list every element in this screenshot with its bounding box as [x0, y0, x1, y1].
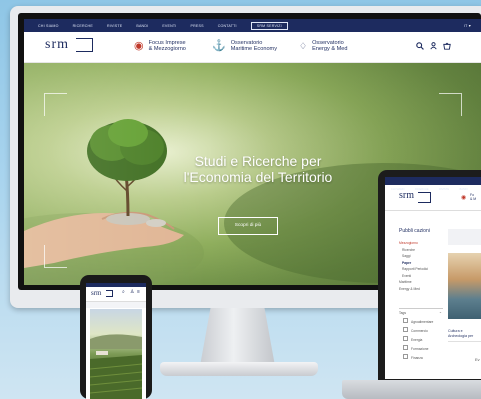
topbar-link-chi-siamo[interactable]: CHI SIAMO — [38, 24, 59, 28]
tag-label: Agroalimentare — [411, 320, 434, 324]
user-icon[interactable] — [430, 42, 437, 52]
anchor-icon: ⚓ — [212, 39, 226, 52]
tag-checkbox-row[interactable]: Finanza — [403, 354, 433, 363]
sidebar-item-energy[interactable]: Energy & Med — [399, 286, 428, 293]
phone-menu-icon[interactable]: ≡ — [137, 289, 140, 295]
tag-label: Commercio — [411, 329, 428, 333]
nav-maritime-line2: Maritime Economy — [230, 46, 278, 53]
phone-logo-bracket-icon — [106, 290, 113, 297]
hero-title: Studi e Ricerche per l'Economia del Terr… — [168, 153, 348, 185]
publication-card-divider — [448, 341, 481, 342]
laptop-search-box[interactable] — [448, 229, 481, 245]
publication-card-title[interactable]: Cultura e Archeologia per — [448, 329, 481, 338]
flag-icon: ◉ — [134, 39, 144, 52]
hero-title-line2: l'Economia del Territorio — [183, 169, 333, 185]
phone-screen: srm ⌕ ♙ ≡ — [86, 283, 146, 399]
phone-nav-strip — [86, 301, 146, 308]
language-selector[interactable]: IT ▾ — [450, 23, 471, 28]
laptop-sidebar-divider — [399, 308, 443, 309]
phone-search-icon[interactable]: ⌕ — [122, 289, 125, 295]
tag-checkbox-row[interactable]: Energia — [403, 336, 433, 345]
publication-cover-image[interactable] — [448, 253, 481, 319]
topbar-link-ricerche[interactable]: RICERCHE — [73, 24, 93, 28]
phone-logo[interactable]: srm — [91, 289, 102, 297]
language-label: IT — [463, 24, 468, 28]
laptop-flag-icon: ◉ — [461, 195, 467, 201]
nav-energy-line2: Energy & Med — [312, 46, 348, 53]
logo-bracket-icon — [76, 38, 93, 52]
chevron-down-icon[interactable]: ⌄ — [439, 310, 442, 314]
laptop-topbar-riviste[interactable]: RIVISTE — [439, 188, 449, 191]
checkbox-icon[interactable] — [403, 354, 408, 359]
laptop-nav-line2: & M — [470, 197, 477, 201]
tag-checkbox-row[interactable]: Commercio — [403, 327, 433, 336]
topbar-link-eventi[interactable]: EVENTI — [162, 24, 176, 28]
leaf-icon: ♢ — [299, 40, 308, 51]
laptop-topbar-bandi[interactable]: BANDI — [460, 188, 468, 191]
tag-label: Finanza — [411, 356, 423, 360]
srm-logo[interactable]: srm — [45, 37, 69, 53]
laptop-page-heading: Pubbli cazioni — [399, 228, 430, 234]
frame-corner-tl — [44, 93, 67, 116]
nav-maritime-economy[interactable]: ⚓ Osservatorio Maritime Economy — [212, 40, 277, 52]
laptop-topbar-ricerche[interactable]: RICERCHE — [415, 188, 429, 191]
monitor-stand-neck — [200, 308, 275, 366]
discover-more-button[interactable]: Scopri di più — [218, 217, 278, 235]
laptop-logo-bracket-icon — [418, 192, 431, 203]
topbar-srm-servizi-button[interactable]: SRM SERVIZI — [250, 21, 288, 30]
topbar-link-press[interactable]: PRESS — [191, 24, 204, 28]
tags-filter-label[interactable]: Tags — [399, 311, 406, 315]
tags-list: Agroalimentare Commercio Energia Formazi… — [403, 318, 433, 363]
laptop-base — [342, 380, 481, 399]
publication-card-footer: Ev — [475, 357, 480, 362]
tag-checkbox-row[interactable]: Formazione — [403, 345, 433, 354]
checkbox-icon[interactable] — [403, 318, 408, 323]
checkbox-icon[interactable] — [403, 327, 408, 332]
laptop-logo[interactable]: srm — [399, 190, 414, 201]
laptop-screen: CHI SIAMO RICERCHE RIVISTE BANDI srm ◉ F… — [385, 177, 481, 379]
vineyard-image — [89, 334, 143, 399]
nav-focus-imprese[interactable]: ◉ Focus Imprese & Mezzogiorno — [134, 40, 186, 52]
phone-user-icon[interactable]: ♙ — [130, 289, 134, 295]
top-utility-bar: CHI SIAMO RICERCHE RIVISTE BANDI EVENTI … — [24, 19, 481, 32]
search-icon[interactable] — [416, 42, 424, 52]
frame-corner-tr — [439, 93, 462, 116]
monitor-stand-base — [160, 362, 318, 376]
topbar-link-contatti[interactable]: CONTATTI — [218, 24, 237, 28]
topbar-link-bandi[interactable]: BANDI — [136, 24, 148, 28]
sidebar-item-rapporti[interactable]: Rapporti Periodici — [399, 266, 428, 273]
nav-focus-line2: & Mezzogiorno — [148, 46, 186, 53]
checkbox-icon[interactable] — [403, 336, 408, 341]
tag-label: Energia — [411, 338, 423, 342]
laptop-nav-focus[interactable]: Fo & M — [470, 193, 476, 201]
checkbox-icon[interactable] — [403, 345, 408, 350]
phone-topbar — [86, 283, 146, 287]
tag-checkbox-row[interactable]: Agroalimentare — [403, 318, 433, 327]
topbar-link-riviste[interactable]: RIVISTE — [107, 24, 122, 28]
laptop-sidebar: Mezzogiorno Ricerche Saggi Paper Rapport… — [399, 240, 428, 292]
laptop-header-divider — [385, 210, 481, 211]
phone-hero-landscape-image — [89, 309, 143, 399]
hero-title-line1: Studi e Ricerche per — [194, 153, 322, 169]
nav-energy-med[interactable]: ♢ Osservatorio Energy & Med — [299, 40, 348, 52]
cart-icon[interactable] — [443, 42, 451, 52]
site-header: srm ◉ Focus Imprese & Mezzogiorno ⚓ Osse… — [24, 32, 481, 63]
frame-corner-bl — [44, 245, 67, 268]
laptop-topbar: CHI SIAMO RICERCHE RIVISTE BANDI — [385, 177, 481, 191]
tag-label: Formazione — [411, 347, 429, 351]
